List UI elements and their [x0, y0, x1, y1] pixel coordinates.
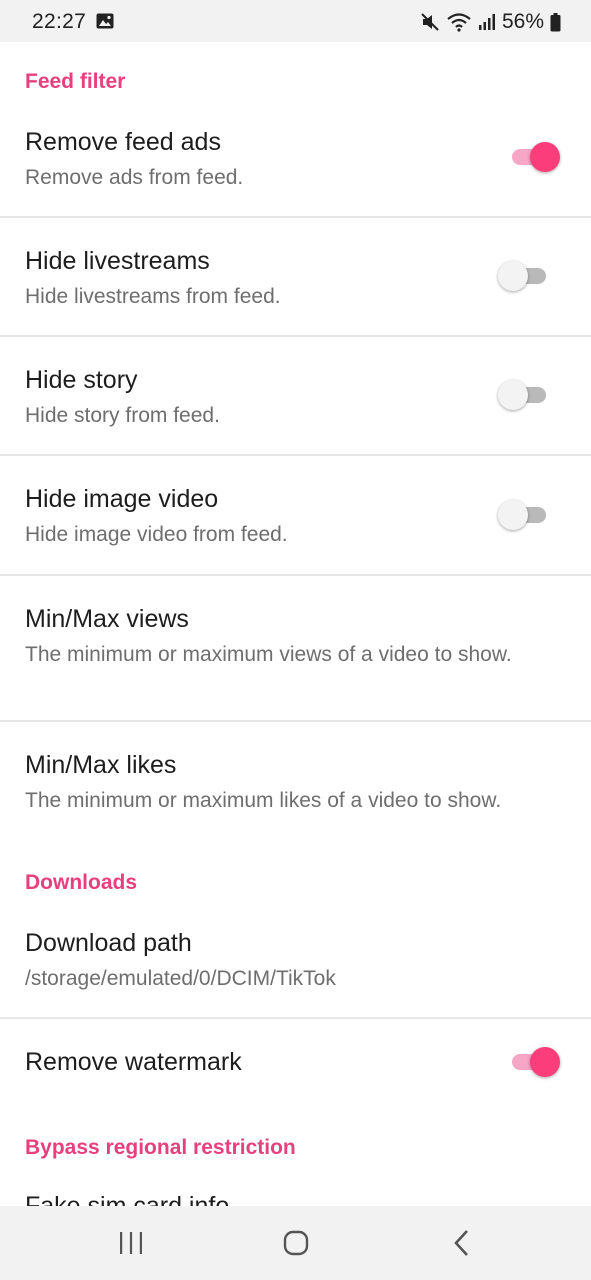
settings-list[interactable]: Feed filter Remove feed ads Remove ads f…: [0, 42, 591, 1206]
pref-summary: Remove ads from feed.: [25, 166, 244, 189]
pref-title: Min/Max likes: [25, 751, 177, 779]
divider: [0, 335, 591, 337]
home-icon: [283, 1230, 309, 1256]
divider: [0, 1017, 591, 1019]
battery-percent: 56%: [501, 10, 544, 33]
navigation-bar: [0, 1206, 591, 1280]
back-icon: [454, 1230, 468, 1256]
category-downloads: Downloads: [25, 871, 138, 894]
battery-icon: [550, 12, 561, 31]
pref-summary: The minimum or maximum likes of a video …: [25, 789, 502, 812]
pref-title: Hide livestreams: [25, 247, 210, 275]
recent-apps-button[interactable]: [111, 1226, 151, 1260]
back-button[interactable]: [442, 1226, 482, 1260]
divider: [0, 720, 591, 722]
pref-summary: /storage/emulated/0/DCIM/TikTok: [25, 967, 336, 990]
pref-title: Remove watermark: [25, 1048, 242, 1076]
toggle-switch[interactable]: [498, 377, 554, 413]
pref-title: Fake sim card info: [25, 1192, 230, 1206]
toggle-switch[interactable]: [508, 139, 564, 175]
toggle-switch[interactable]: [498, 497, 554, 533]
status-time: 22:27: [32, 10, 87, 33]
gallery-icon: [96, 13, 114, 29]
pref-summary: The minimum or maximum views of a video …: [25, 643, 512, 666]
pref-title: Download path: [25, 929, 192, 957]
pref-summary: Hide story from feed.: [25, 404, 220, 427]
status-icons: 56%: [420, 9, 561, 35]
home-button[interactable]: [276, 1226, 316, 1260]
pref-title: Hide story: [25, 366, 138, 394]
divider: [0, 454, 591, 456]
divider: [0, 574, 591, 576]
pref-title: Remove feed ads: [25, 128, 221, 156]
status-bar: 22:27 56%: [0, 0, 591, 42]
toggle-switch[interactable]: [498, 258, 554, 294]
pref-title: Hide image video: [25, 485, 219, 513]
category-feed-filter: Feed filter: [25, 70, 126, 93]
pref-title: Min/Max views: [25, 605, 189, 633]
recent-apps-icon: [120, 1232, 142, 1254]
toggle-switch[interactable]: [508, 1044, 564, 1080]
wifi-icon: [447, 13, 471, 32]
divider: [0, 216, 591, 218]
category-bypass-regional-restriction: Bypass regional restriction: [25, 1136, 296, 1159]
pref-summary: Hide livestreams from feed.: [25, 285, 281, 308]
pref-summary: Hide image video from feed.: [25, 523, 288, 546]
signal-icon: [478, 14, 495, 30]
mute-icon: [421, 13, 439, 31]
